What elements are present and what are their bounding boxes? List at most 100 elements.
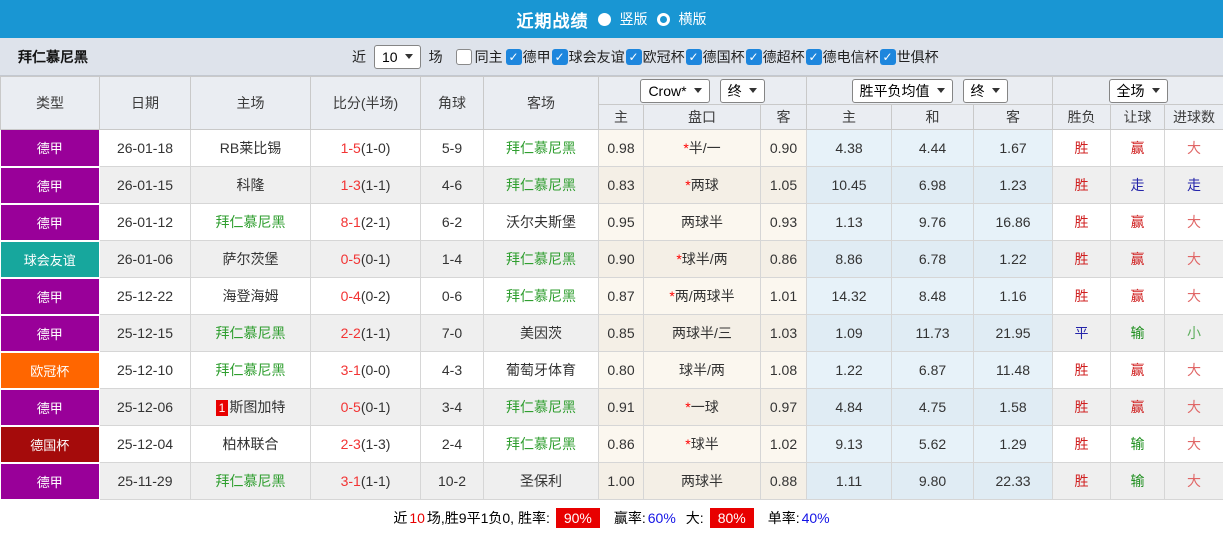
table-row: 德甲 26-01-18 RB莱比锡 1-5(1-0) 5-9 拜仁慕尼黑 0.9… <box>0 129 1223 168</box>
match-date: 26-01-06 <box>99 240 191 278</box>
avg-win-odds: 1.22 <box>806 351 893 389</box>
score-cell: 3-1(1-1) <box>310 462 421 500</box>
home-team: 萨尔茨堡 <box>190 240 311 278</box>
away-team: 圣保利 <box>483 462 599 500</box>
handicap-result: 赢 <box>1110 129 1166 167</box>
avg-win-odds: 1.09 <box>806 314 893 352</box>
score-cell: 0-5(0-1) <box>310 388 421 426</box>
checkbox-league[interactable]: ✓ <box>505 48 522 65</box>
corners-score: 4-6 <box>420 166 484 204</box>
away-team: 拜仁慕尼黑 <box>483 240 599 278</box>
page-title: 近期战绩 <box>516 11 589 31</box>
avg-lose-odds: 1.22 <box>973 240 1054 278</box>
avg-draw-odds: 6.78 <box>891 240 975 278</box>
goals-result: 大 <box>1164 203 1223 241</box>
chevron-down-icon <box>1151 88 1160 93</box>
handicap-result: 输 <box>1110 425 1166 463</box>
handicap-odds-home: 0.90 <box>598 240 644 278</box>
goals-result: 大 <box>1164 462 1223 500</box>
handicap-line: 两球半 <box>643 203 761 241</box>
checkbox-same-home[interactable] <box>455 48 472 65</box>
recent-results-panel: 近期战绩 竖版 横版 拜仁慕尼黑 近 10 场 同主 ✓ 德甲 ✓ 球会友谊 ✓ 欧冠杯 ✓… <box>0 0 1223 536</box>
odds-win-label: 赢率: <box>613 509 646 526</box>
full-time-score: 1-3 <box>340 177 361 193</box>
avg-win-odds: 14.32 <box>806 277 893 315</box>
league-type-badge: 德甲 <box>0 388 100 427</box>
checkbox-league[interactable]: ✓ <box>879 48 896 65</box>
handicap-result: 输 <box>1110 314 1166 352</box>
radio-vertical-label[interactable]: 竖版 <box>620 9 648 29</box>
goals-result: 小 <box>1164 314 1223 352</box>
handicap-odds-away: 0.97 <box>760 388 808 426</box>
league-label: 德电信杯 <box>822 48 879 65</box>
checkbox-league[interactable]: ✓ <box>625 48 642 65</box>
half-time-score: (1-1) <box>360 473 391 489</box>
corners-score: 0-6 <box>420 277 484 315</box>
handicap-odds-home: 0.83 <box>598 166 644 204</box>
handicap-odds-away: 1.08 <box>760 351 808 389</box>
half-time-score: (0-0) <box>360 362 391 378</box>
handicap-odds-away: 0.88 <box>760 462 808 500</box>
match-date: 26-01-12 <box>99 203 191 241</box>
match-result: 胜 <box>1052 462 1112 500</box>
handicap-text: 球半/两 <box>679 362 725 378</box>
checkbox-league[interactable]: ✓ <box>551 48 568 65</box>
half-time-score: (1-1) <box>360 177 391 193</box>
odds-company-select[interactable]: Crow* <box>640 78 710 103</box>
odds-company-value: Crow* <box>648 82 687 99</box>
avg-win-odds: 8.86 <box>806 240 893 278</box>
handicap-text: 两/两球半 <box>674 288 735 304</box>
handicap-time-select[interactable]: 终 <box>719 78 765 103</box>
same-home-label: 同主 <box>474 48 503 65</box>
away-team: 拜仁慕尼黑 <box>483 425 599 463</box>
league-type-badge: 德甲 <box>0 203 100 242</box>
avg-lose-odds: 1.29 <box>973 425 1054 463</box>
recent-count-select[interactable]: 10 <box>374 44 421 69</box>
league-label: 德国杯 <box>702 48 745 65</box>
table-row: 德甲 25-11-29 拜仁慕尼黑 3-1(1-1) 10-2 圣保利 1.00… <box>0 462 1223 501</box>
home-team: 拜仁慕尼黑 <box>190 314 311 352</box>
col-header-corners: 角球 <box>420 76 484 130</box>
single-rate: 40% <box>801 509 830 526</box>
avg-type-select[interactable]: 胜平负均值 <box>851 78 953 103</box>
summary-record-text: 场,胜9平1负0, 胜率: <box>426 509 550 526</box>
scope-value: 全场 <box>1116 82 1145 99</box>
match-date: 26-01-15 <box>99 166 191 204</box>
goals-result: 走 <box>1164 166 1223 204</box>
handicap-odds-home: 0.86 <box>598 425 644 463</box>
goals-result: 大 <box>1164 351 1223 389</box>
goals-result: 大 <box>1164 240 1223 278</box>
scope-select[interactable]: 全场 <box>1108 78 1168 103</box>
radio-vertical-layout[interactable] <box>597 12 611 26</box>
radio-horizontal-layout[interactable] <box>656 12 670 26</box>
score-cell: 0-5(0-1) <box>310 240 421 278</box>
avg-lose-odds: 1.16 <box>973 277 1054 315</box>
checkbox-league[interactable]: ✓ <box>745 48 762 65</box>
checkbox-league[interactable]: ✓ <box>685 48 702 65</box>
checkbox-league[interactable]: ✓ <box>805 48 822 65</box>
handicap-line: 两球半 <box>643 462 761 500</box>
handicap-line: *球半/两 <box>643 240 761 278</box>
sub-header-result: 胜负 <box>1052 104 1112 130</box>
match-result: 平 <box>1052 314 1112 352</box>
corners-score: 4-3 <box>420 351 484 389</box>
match-result: 胜 <box>1052 388 1112 426</box>
table-row: 德甲 25-12-15 拜仁慕尼黑 2-2(1-1) 7-0 美因茨 0.85 … <box>0 314 1223 353</box>
avg-time-select[interactable]: 终 <box>962 78 1008 103</box>
table-row: 德甲 26-01-12 拜仁慕尼黑 8-1(2-1) 6-2 沃尔夫斯堡 0.9… <box>0 203 1223 242</box>
handicap-text: 半/一 <box>688 140 721 156</box>
handicap-text: 两球 <box>690 177 719 193</box>
away-team: 美因茨 <box>483 314 599 352</box>
goals-result: 大 <box>1164 425 1223 463</box>
handicap-odds-away: 0.93 <box>760 203 808 241</box>
avg-group-header: 胜平负均值 终 <box>806 76 1054 105</box>
handicap-line: *一球 <box>643 388 761 426</box>
corners-score: 6-2 <box>420 203 484 241</box>
league-type-badge: 德甲 <box>0 314 100 353</box>
handicap-result: 赢 <box>1110 388 1166 426</box>
avg-type-value: 胜平负均值 <box>859 82 930 99</box>
full-time-score: 0-5 <box>340 251 361 267</box>
results-table: 类型 日期 主场 比分(半场) 角球 客场 Crow* 终 胜平负均值 终 全场… <box>0 76 1223 501</box>
handicap-line: 球半/两 <box>643 351 761 389</box>
radio-horizontal-label[interactable]: 横版 <box>679 9 707 29</box>
